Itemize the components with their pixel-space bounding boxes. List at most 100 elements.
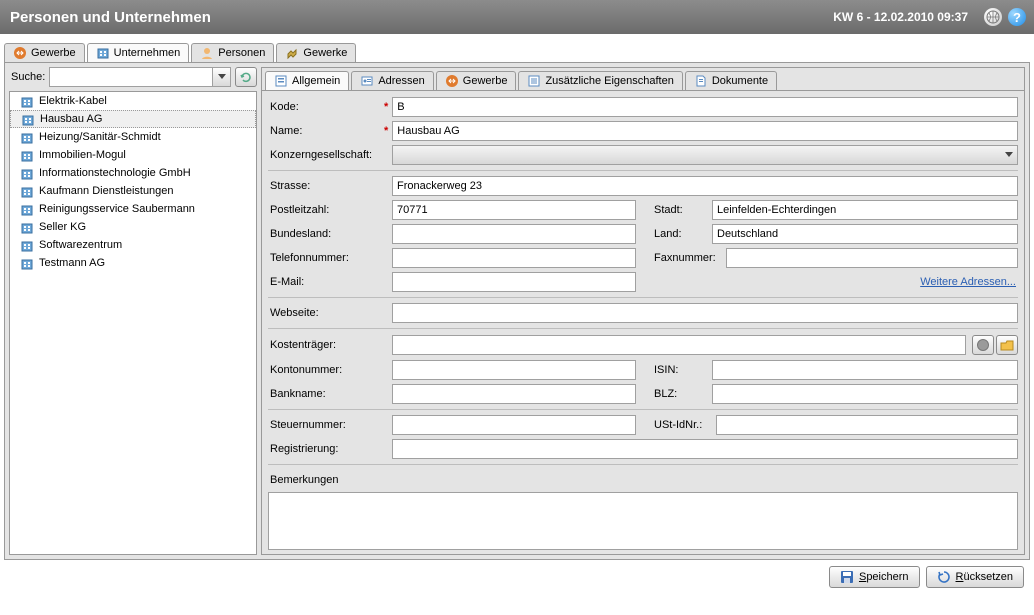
company-icon bbox=[20, 131, 34, 143]
properties-icon bbox=[527, 74, 541, 88]
input-email[interactable] bbox=[392, 272, 636, 292]
tab-label: Unternehmen bbox=[114, 47, 181, 59]
label-fax: Faxnummer: bbox=[636, 252, 726, 264]
link-weitere-adressen[interactable]: Weitere Adressen... bbox=[920, 276, 1018, 288]
chevron-down-icon[interactable] bbox=[212, 68, 230, 86]
input-blz[interactable] bbox=[712, 384, 1018, 404]
list-item-label: Softwarezentrum bbox=[39, 239, 122, 251]
list-item[interactable]: Informationstechnologie GmbH bbox=[10, 164, 256, 182]
detail-tab-zusätzliche-eigenschaften[interactable]: Zusätzliche Eigenschaften bbox=[518, 71, 682, 90]
label-bankname: Bankname: bbox=[268, 388, 392, 400]
list-item[interactable]: Immobilien-Mogul bbox=[10, 146, 256, 164]
company-icon bbox=[21, 113, 35, 125]
input-name[interactable] bbox=[392, 121, 1018, 141]
input-ustid[interactable] bbox=[716, 415, 1018, 435]
main-tab-gewerke[interactable]: Gewerke bbox=[276, 43, 356, 62]
help-icon[interactable]: ? bbox=[1008, 8, 1026, 26]
select-konzern[interactable] bbox=[392, 145, 1018, 165]
label-ustid: USt-IdNr.: bbox=[636, 419, 716, 431]
list-item[interactable]: Reinigungsservice Saubermann bbox=[10, 200, 256, 218]
label-bemerkungen: Bemerkungen bbox=[268, 474, 392, 486]
input-kontonr[interactable] bbox=[392, 360, 636, 380]
main-tab-personen[interactable]: Personen bbox=[191, 43, 274, 62]
list-item-label: Elektrik-Kabel bbox=[39, 95, 107, 107]
company-icon bbox=[20, 167, 34, 179]
address-icon bbox=[360, 74, 374, 88]
separator bbox=[268, 297, 1018, 298]
input-kode[interactable] bbox=[392, 97, 1018, 117]
list-item[interactable]: Softwarezentrum bbox=[10, 236, 256, 254]
input-land[interactable] bbox=[712, 224, 1018, 244]
detail-tab-dokumente[interactable]: Dokumente bbox=[685, 71, 777, 90]
main-tab-gewerbe[interactable]: Gewerbe bbox=[4, 43, 85, 62]
label-land: Land: bbox=[636, 228, 712, 240]
detail-tab-gewerbe[interactable]: Gewerbe bbox=[436, 71, 517, 90]
form-allgemein: Kode: * Name: * Konzerngesellschaft: Str… bbox=[262, 91, 1024, 554]
list-item[interactable]: Elektrik-Kabel bbox=[10, 92, 256, 110]
input-strasse[interactable] bbox=[392, 176, 1018, 196]
company-icon bbox=[20, 149, 34, 161]
list-item[interactable]: Seller KG bbox=[10, 218, 256, 236]
separator bbox=[268, 170, 1018, 171]
save-icon bbox=[840, 570, 854, 584]
label-isin: ISIN: bbox=[636, 364, 712, 376]
label-plz: Postleitzahl: bbox=[268, 204, 392, 216]
tab-label: Allgemein bbox=[292, 75, 340, 87]
company-icon bbox=[96, 46, 110, 60]
company-list[interactable]: Elektrik-Kabel Hausbau AG Heizung/Sanitär-… bbox=[9, 91, 257, 555]
input-plz[interactable] bbox=[392, 200, 636, 220]
input-tel[interactable] bbox=[392, 248, 636, 268]
refresh-button[interactable] bbox=[235, 67, 257, 87]
document-icon bbox=[694, 74, 708, 88]
label-strasse: Strasse: bbox=[268, 180, 392, 192]
detail-tab-allgemein[interactable]: Allgemein bbox=[265, 71, 349, 90]
open-kostentraeger-button[interactable] bbox=[996, 335, 1018, 355]
label-kontonr: Kontonummer: bbox=[268, 364, 392, 376]
label-steuernr: Steuernummer: bbox=[268, 419, 392, 431]
list-item-label: Testmann AG bbox=[39, 257, 105, 269]
input-steuernr[interactable] bbox=[392, 415, 636, 435]
general-icon bbox=[274, 74, 288, 88]
search-combo[interactable] bbox=[49, 67, 231, 87]
label-stadt: Stadt: bbox=[636, 204, 712, 216]
reset-icon bbox=[937, 570, 951, 584]
search-input[interactable] bbox=[50, 68, 212, 86]
company-icon bbox=[20, 257, 34, 269]
label-registrierung: Registrierung: bbox=[268, 443, 392, 455]
separator bbox=[268, 328, 1018, 329]
input-fax[interactable] bbox=[726, 248, 1018, 268]
list-item[interactable]: Testmann AG bbox=[10, 254, 256, 272]
label-tel: Telefonnummer: bbox=[268, 252, 392, 264]
main-tab-unternehmen[interactable]: Unternehmen bbox=[87, 43, 190, 62]
save-button[interactable]: Speichern bbox=[829, 566, 920, 588]
person-icon bbox=[200, 46, 214, 60]
input-kostentraeger[interactable] bbox=[392, 335, 966, 355]
detail-tab-adressen[interactable]: Adressen bbox=[351, 71, 433, 90]
globe-icon[interactable] bbox=[984, 8, 1002, 26]
list-item-label: Reinigungsservice Saubermann bbox=[39, 203, 195, 215]
detail-tab-bar: Allgemein Adressen Gewerbe Zusätzliche Eige… bbox=[262, 68, 1024, 91]
tab-label: Gewerbe bbox=[31, 47, 76, 59]
label-email: E-Mail: bbox=[268, 276, 392, 288]
tab-label: Gewerbe bbox=[463, 75, 508, 87]
list-item-label: Informationstechnologie GmbH bbox=[39, 167, 191, 179]
reset-button[interactable]: Rücksetzen bbox=[926, 566, 1024, 588]
main-tab-bar: Gewerbe Unternehmen PersonenGewerke bbox=[4, 40, 1034, 62]
tab-label: Zusätzliche Eigenschaften bbox=[545, 75, 673, 87]
label-name: Name: bbox=[268, 125, 380, 137]
list-item[interactable]: Heizung/Sanitär-Schmidt bbox=[10, 128, 256, 146]
input-webseite[interactable] bbox=[392, 303, 1018, 323]
list-item[interactable]: Hausbau AG bbox=[10, 110, 256, 128]
input-bundesland[interactable] bbox=[392, 224, 636, 244]
list-item-label: Heizung/Sanitär-Schmidt bbox=[39, 131, 161, 143]
list-item-label: Immobilien-Mogul bbox=[39, 149, 126, 161]
gewerke-icon bbox=[285, 46, 299, 60]
list-item[interactable]: Kaufmann Dienstleistungen bbox=[10, 182, 256, 200]
input-isin[interactable] bbox=[712, 360, 1018, 380]
required-marker: * bbox=[384, 125, 388, 137]
company-icon bbox=[20, 203, 34, 215]
input-registrierung[interactable] bbox=[392, 439, 1018, 459]
textarea-bemerkungen[interactable] bbox=[268, 492, 1018, 550]
input-stadt[interactable] bbox=[712, 200, 1018, 220]
input-bankname[interactable] bbox=[392, 384, 636, 404]
